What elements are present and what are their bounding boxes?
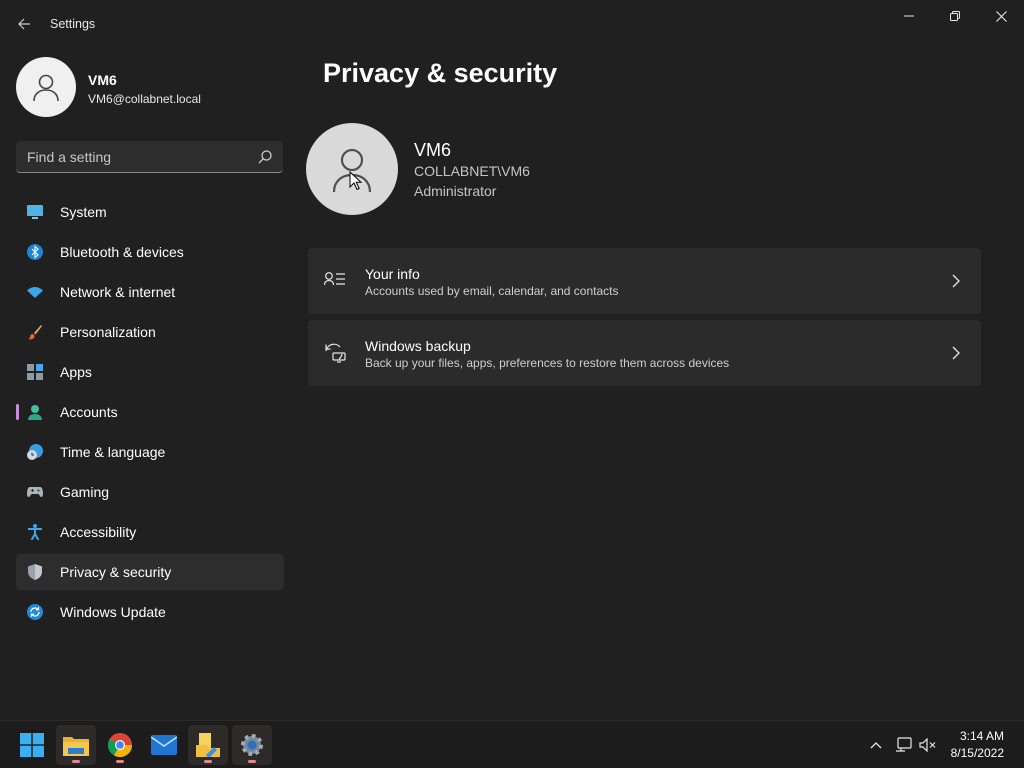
sidebar-item-label: Accounts	[60, 404, 118, 420]
sidebar-item-system[interactable]: System	[16, 194, 284, 230]
person-icon	[33, 74, 59, 102]
sidebar-item-personalization[interactable]: Personalization	[16, 314, 284, 350]
selection-indicator	[16, 404, 19, 420]
chevron-right-icon	[952, 274, 960, 288]
shield-icon	[27, 564, 43, 580]
bluetooth-icon	[27, 244, 43, 260]
close-button[interactable]	[978, 0, 1024, 32]
sidebar-item-label: System	[60, 204, 107, 220]
sidebar-item-label: Apps	[60, 364, 92, 380]
clock-date[interactable]: 8/15/2022	[951, 746, 1004, 760]
sidebar-item-bluetooth[interactable]: Bluetooth & devices	[16, 234, 284, 270]
sidebar-item-label: Time & language	[60, 444, 166, 460]
back-button[interactable]	[12, 12, 36, 36]
running-indicator	[116, 760, 124, 763]
sidebar-item-label: Privacy & security	[60, 564, 172, 580]
clock-globe-icon	[27, 444, 43, 460]
brush-icon	[27, 324, 43, 340]
sidebar-item-apps[interactable]: Apps	[16, 354, 284, 390]
minimize-button[interactable]	[886, 0, 932, 32]
profile-email: VM6@collabnet.local	[88, 92, 201, 106]
sidebar-item-label: Gaming	[60, 484, 110, 500]
windows-backup-card[interactable]: Windows backup Back up your files, apps,…	[308, 320, 981, 386]
title-bar: Settings	[0, 0, 1024, 48]
network-wired-icon	[896, 737, 912, 752]
sidebar-item-network[interactable]: Network & internet	[16, 274, 284, 310]
search-input[interactable]: Find a setting	[16, 141, 283, 173]
chevron-up-icon	[870, 742, 882, 749]
accessibility-icon	[27, 524, 43, 540]
restore-button[interactable]	[932, 0, 978, 32]
avatar[interactable]	[16, 57, 76, 117]
clock-time[interactable]: 3:14 AM	[960, 729, 1004, 743]
restore-icon	[950, 11, 960, 21]
taskbar: 3:14 AM 8/15/2022	[0, 720, 1024, 768]
gamepad-icon	[27, 484, 43, 500]
sidebar-nav: System Bluetooth & devices Network & int…	[16, 194, 284, 634]
sidebar-item-privacy-security[interactable]: Privacy & security	[16, 554, 284, 590]
taskbar-settings[interactable]	[232, 725, 272, 765]
user-avatar[interactable]	[306, 123, 398, 215]
chrome-icon	[108, 733, 132, 757]
user-info-icon	[324, 272, 345, 286]
sidebar-item-gaming[interactable]: Gaming	[16, 474, 284, 510]
app-title: Settings	[50, 17, 96, 31]
running-indicator	[72, 760, 80, 763]
network-tray-button[interactable]	[894, 735, 914, 755]
close-icon	[995, 10, 1007, 22]
gear-icon	[241, 734, 263, 756]
accounts-icon	[27, 404, 43, 420]
sidebar-item-label: Accessibility	[60, 524, 137, 540]
backup-icon	[325, 343, 346, 363]
search-icon	[258, 150, 272, 164]
page-title: Privacy & security	[323, 58, 558, 88]
sidebar-item-label: Network & internet	[60, 284, 176, 300]
system-icon	[27, 204, 43, 220]
taskbar-file-explorer[interactable]	[56, 725, 96, 765]
profile-name: VM6	[88, 72, 117, 88]
settings-window: Settings VM6 VM6@collabnet.local Find a …	[0, 0, 1024, 720]
card-title: Windows backup	[365, 338, 471, 354]
sidebar-item-accessibility[interactable]: Accessibility	[16, 514, 284, 550]
your-info-card[interactable]: Your info Accounts used by email, calend…	[308, 248, 981, 314]
sidebar-item-time-language[interactable]: Time & language	[16, 434, 284, 470]
mail-icon	[151, 735, 177, 755]
sidebar-item-windows-update[interactable]: Windows Update	[16, 594, 284, 630]
back-arrow-icon	[18, 18, 30, 30]
volume-tray-button[interactable]	[918, 735, 938, 755]
show-hidden-icons-button[interactable]	[866, 735, 886, 755]
sidebar-item-label: Windows Update	[60, 604, 166, 620]
mouse-cursor-icon	[349, 171, 363, 191]
card-title: Your info	[365, 266, 420, 282]
minimize-icon	[904, 15, 914, 17]
folder-doc-icon	[196, 733, 220, 757]
running-indicator	[248, 760, 256, 763]
start-button[interactable]	[12, 725, 52, 765]
wifi-icon	[27, 284, 43, 300]
sidebar-item-accounts[interactable]: Accounts	[16, 394, 284, 430]
sidebar-item-label: Bluetooth & devices	[60, 244, 184, 260]
taskbar-mail[interactable]	[144, 725, 184, 765]
card-description: Back up your files, apps, preferences to…	[365, 356, 730, 370]
sidebar-item-label: Personalization	[60, 324, 156, 340]
chevron-right-icon	[952, 346, 960, 360]
card-description: Accounts used by email, calendar, and co…	[365, 284, 619, 298]
search-placeholder: Find a setting	[27, 149, 112, 165]
windows-start-icon	[20, 733, 44, 757]
user-role: Administrator	[414, 183, 497, 199]
volume-muted-icon	[919, 738, 936, 752]
profile-header: VM6 VM6@collabnet.local	[16, 57, 286, 117]
folder-icon	[63, 737, 89, 756]
user-name: VM6	[414, 140, 452, 160]
taskbar-file-explorer-2[interactable]	[188, 725, 228, 765]
update-icon	[27, 604, 43, 620]
running-indicator	[204, 760, 212, 763]
taskbar-chrome[interactable]	[100, 725, 140, 765]
user-domain: COLLABNET\VM6	[414, 163, 530, 179]
apps-icon	[27, 364, 43, 380]
